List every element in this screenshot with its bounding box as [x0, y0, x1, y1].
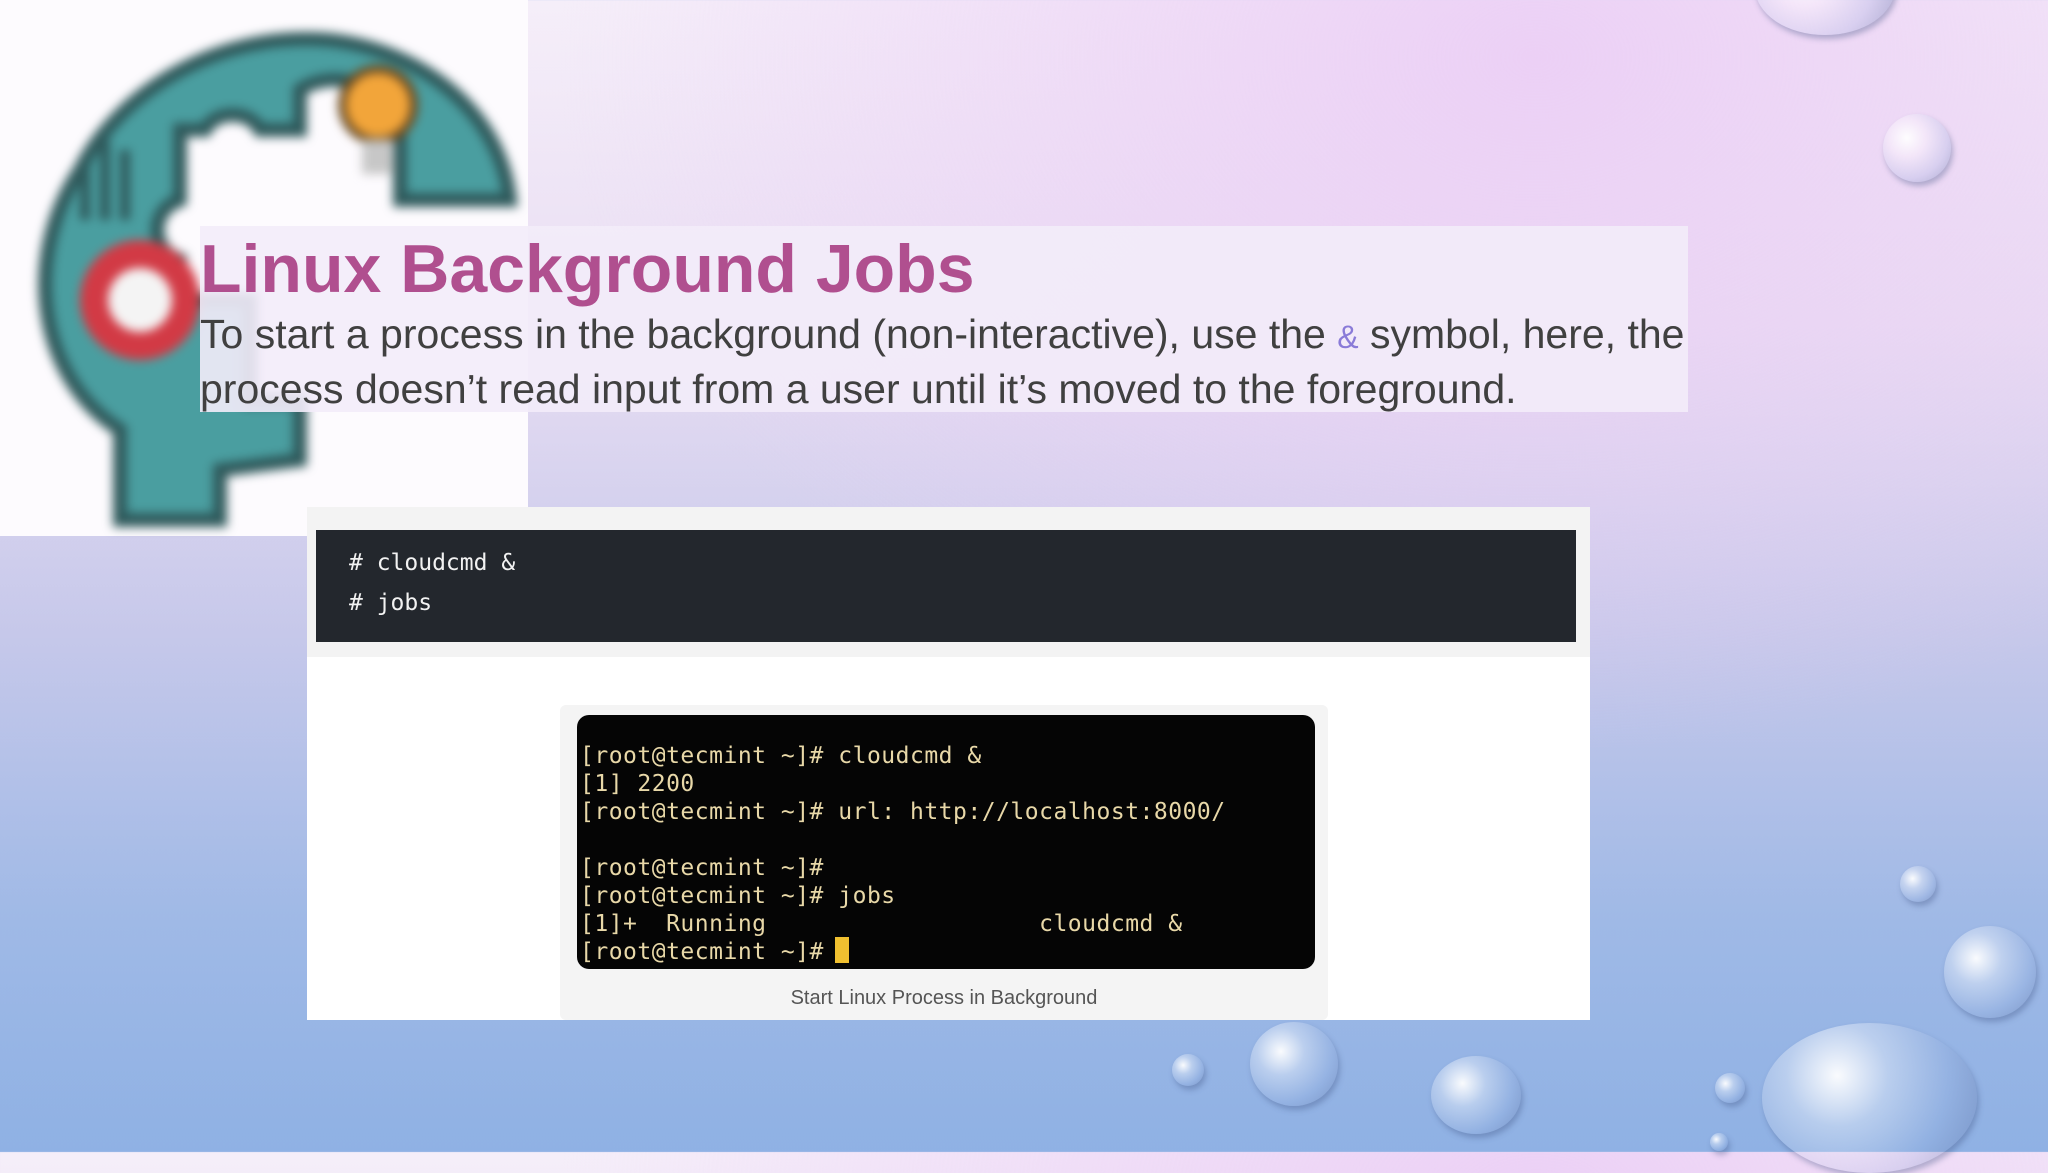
- decorative-bubble: [1710, 1133, 1728, 1151]
- terminal-line: [1]+ Running cloudcmd &: [580, 911, 1183, 937]
- figure-caption: Start Linux Process in Background: [790, 987, 1098, 1009]
- terminal-line: [root@tecmint ~]# url: http://localhost:…: [580, 799, 1226, 825]
- decorative-bubble: [1944, 926, 2036, 1018]
- terminal-line: [root@tecmint ~]# cloudcmd &: [580, 743, 982, 769]
- terminal-line: [root@tecmint ~]# jobs: [580, 883, 896, 909]
- decorative-bubble: [1715, 1073, 1745, 1103]
- ampersand-symbol: &: [1337, 319, 1359, 355]
- terminal-line: [root@tecmint ~]#: [580, 855, 824, 881]
- decorative-bubble: [1172, 1054, 1204, 1086]
- terminal-window: [root@tecmint ~]# cloudcmd & [1] 2200 [r…: [577, 715, 1315, 969]
- screenshot-image: # cloudcmd & # jobs [root@tecmint ~]# cl…: [307, 507, 1590, 1020]
- decorative-bubble: [1250, 1022, 1338, 1106]
- slide-title: Linux Background Jobs: [200, 231, 975, 307]
- code-line: # jobs: [349, 590, 433, 616]
- decorative-bubble: [1755, 0, 1895, 35]
- code-block: # cloudcmd & # jobs: [316, 530, 1576, 642]
- body-text-part: To start a process in the background (no…: [200, 311, 1338, 357]
- code-line: # cloudcmd &: [349, 550, 516, 576]
- decorative-bubble: [1900, 866, 1936, 902]
- terminal-line: [1] 2200: [580, 771, 695, 797]
- terminal-line: [root@tecmint ~]#: [580, 939, 839, 965]
- decorative-bubble: [1883, 114, 1951, 182]
- terminal-cursor: [835, 937, 849, 963]
- decorative-bubble: [1762, 1023, 1977, 1173]
- slide-body: To start a process in the background (no…: [200, 308, 1690, 415]
- decorative-bubble: [1431, 1056, 1521, 1134]
